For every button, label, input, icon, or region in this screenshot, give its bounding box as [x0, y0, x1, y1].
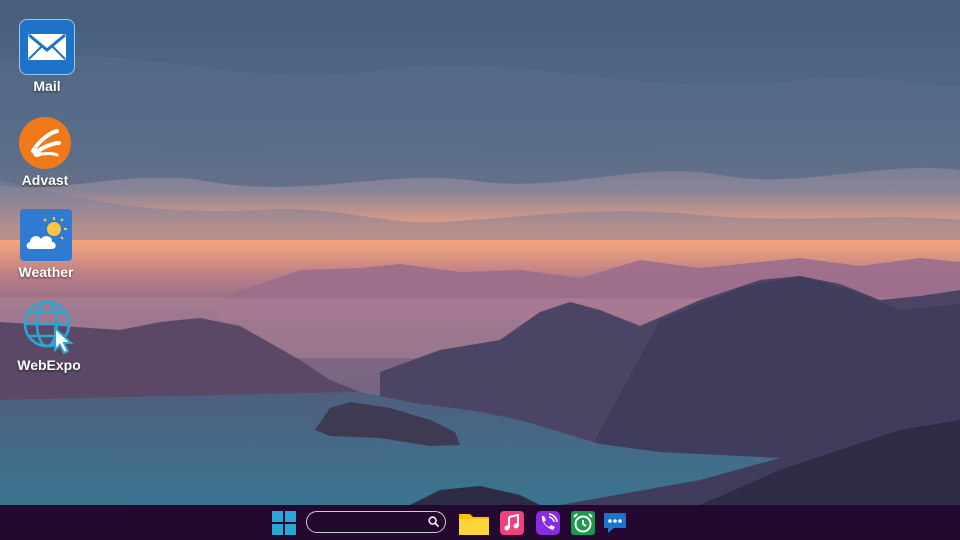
alarm-clock-icon	[571, 511, 595, 535]
desktop: Mail Advast Weather WebExpo	[0, 0, 960, 505]
taskbar-file-explorer[interactable]	[458, 510, 490, 536]
desktop-icon-webexpo[interactable]: WebExpo	[9, 298, 89, 373]
globe-cursor-icon	[21, 298, 77, 354]
desktop-icon-label: Advast	[21, 172, 69, 188]
taskbar-messages[interactable]	[602, 510, 628, 536]
desktop-icon-label: Weather	[18, 264, 74, 280]
music-icon	[500, 511, 524, 535]
desktop-icon-weather[interactable]: Weather	[6, 209, 86, 280]
desktop-icon-label: WebExpo	[17, 357, 81, 373]
desktop-icon-mail[interactable]: Mail	[7, 19, 87, 94]
weather-icon	[20, 209, 72, 261]
phone-icon	[536, 511, 560, 535]
wallpaper-image	[0, 0, 960, 505]
chat-icon	[604, 513, 626, 533]
taskbar-clock[interactable]	[571, 510, 595, 536]
advast-icon	[19, 117, 71, 169]
desktop-icon-advast[interactable]: Advast	[5, 117, 85, 188]
taskbar-phone[interactable]	[536, 510, 560, 536]
folder-icon	[459, 514, 489, 535]
taskbar-music[interactable]	[500, 510, 524, 536]
mail-icon	[19, 19, 75, 75]
taskbar-apps	[0, 505, 960, 540]
desktop-icon-label: Mail	[33, 78, 61, 94]
